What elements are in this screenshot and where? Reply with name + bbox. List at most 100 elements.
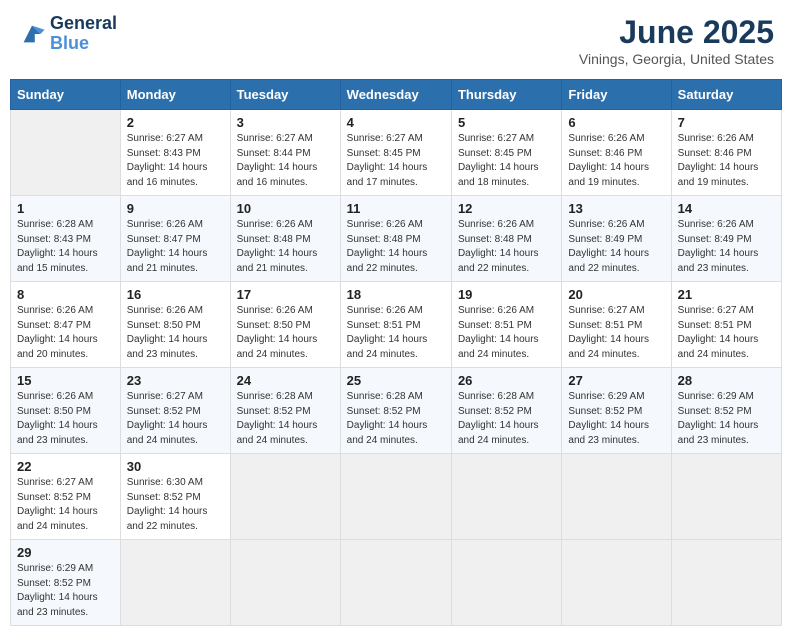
calendar-week-row: 1 Sunrise: 6:28 AMSunset: 8:43 PMDaylight…	[11, 196, 782, 282]
day-number: 29	[17, 545, 114, 560]
day-number: 19	[458, 287, 555, 302]
cell-info: Sunrise: 6:26 AMSunset: 8:48 PMDaylight:…	[458, 218, 555, 276]
cell-info: Sunrise: 6:29 AMSunset: 8:52 PMDaylight:…	[17, 562, 114, 620]
calendar-week-row: 2 Sunrise: 6:27 AMSunset: 8:43 PMDaylight…	[11, 110, 782, 196]
calendar-cell: 19 Sunrise: 6:26 AMSunset: 8:51 PMDayligh…	[451, 282, 561, 368]
col-header-friday: Friday	[562, 80, 671, 110]
calendar-cell: 22 Sunrise: 6:27 AMSunset: 8:52 PMDayligh…	[11, 454, 121, 540]
calendar-cell	[562, 540, 671, 626]
calendar-cell	[671, 454, 781, 540]
day-number: 15	[17, 373, 114, 388]
calendar-week-row: 15 Sunrise: 6:26 AMSunset: 8:50 PMDayligh…	[11, 368, 782, 454]
day-number: 26	[458, 373, 555, 388]
day-number: 12	[458, 201, 555, 216]
col-header-monday: Monday	[120, 80, 230, 110]
cell-info: Sunrise: 6:30 AMSunset: 8:52 PMDaylight:…	[127, 476, 224, 534]
calendar-cell: 28Sunrise: 6:29 AMSunset: 8:52 PMDayligh…	[671, 368, 781, 454]
cell-info: Sunrise: 6:28 AMSunset: 8:43 PMDaylight:…	[17, 218, 114, 276]
cell-info: Sunrise: 6:26 AMSunset: 8:47 PMDaylight:…	[127, 218, 224, 276]
calendar-cell: 23 Sunrise: 6:27 AMSunset: 8:52 PMDayligh…	[120, 368, 230, 454]
cell-info: Sunrise: 6:26 AMSunset: 8:48 PMDaylight:…	[347, 218, 445, 276]
calendar-cell: 29 Sunrise: 6:29 AMSunset: 8:52 PMDayligh…	[11, 540, 121, 626]
calendar-cell: 14 Sunrise: 6:26 AMSunset: 8:49 PMDayligh…	[671, 196, 781, 282]
month-title: June 2025	[579, 14, 774, 51]
day-number: 2	[127, 115, 224, 130]
cell-info: Sunrise: 6:28 AMSunset: 8:52 PMDaylight:…	[347, 390, 445, 448]
day-number: 27	[568, 373, 664, 388]
col-header-thursday: Thursday	[451, 80, 561, 110]
cell-info: Sunrise: 6:27 AMSunset: 8:52 PMDaylight:…	[127, 390, 224, 448]
logo-icon	[18, 20, 46, 48]
calendar-cell: 8 Sunrise: 6:26 AMSunset: 8:47 PMDaylight…	[11, 282, 121, 368]
calendar-cell	[11, 110, 121, 196]
calendar-week-row: 22 Sunrise: 6:27 AMSunset: 8:52 PMDayligh…	[11, 454, 782, 540]
cell-info: Sunrise: 6:27 AMSunset: 8:44 PMDaylight:…	[237, 132, 334, 190]
day-number: 28	[678, 373, 775, 388]
calendar-cell: 5 Sunrise: 6:27 AMSunset: 8:45 PMDaylight…	[451, 110, 561, 196]
calendar-cell: 9 Sunrise: 6:26 AMSunset: 8:47 PMDaylight…	[120, 196, 230, 282]
day-number: 11	[347, 201, 445, 216]
day-number: 17	[237, 287, 334, 302]
calendar-cell: 11 Sunrise: 6:26 AMSunset: 8:48 PMDayligh…	[340, 196, 451, 282]
calendar-cell: 30Sunrise: 6:30 AMSunset: 8:52 PMDayligh…	[120, 454, 230, 540]
day-number: 16	[127, 287, 224, 302]
day-number: 5	[458, 115, 555, 130]
calendar-cell: 21Sunrise: 6:27 AMSunset: 8:51 PMDayligh…	[671, 282, 781, 368]
cell-info: Sunrise: 6:26 AMSunset: 8:50 PMDaylight:…	[127, 304, 224, 362]
location: Vinings, Georgia, United States	[579, 51, 774, 67]
calendar-cell	[451, 540, 561, 626]
cell-info: Sunrise: 6:27 AMSunset: 8:45 PMDaylight:…	[347, 132, 445, 190]
day-number: 1	[17, 201, 114, 216]
calendar-cell	[340, 540, 451, 626]
calendar-header-row: SundayMondayTuesdayWednesdayThursdayFrid…	[11, 80, 782, 110]
calendar-week-row: 8 Sunrise: 6:26 AMSunset: 8:47 PMDaylight…	[11, 282, 782, 368]
cell-info: Sunrise: 6:26 AMSunset: 8:51 PMDaylight:…	[458, 304, 555, 362]
cell-info: Sunrise: 6:27 AMSunset: 8:43 PMDaylight:…	[127, 132, 224, 190]
calendar-cell: 6 Sunrise: 6:26 AMSunset: 8:46 PMDaylight…	[562, 110, 671, 196]
day-number: 3	[237, 115, 334, 130]
cell-info: Sunrise: 6:26 AMSunset: 8:49 PMDaylight:…	[678, 218, 775, 276]
calendar-cell	[230, 454, 340, 540]
col-header-wednesday: Wednesday	[340, 80, 451, 110]
calendar-cell: 16 Sunrise: 6:26 AMSunset: 8:50 PMDayligh…	[120, 282, 230, 368]
cell-info: Sunrise: 6:29 AMSunset: 8:52 PMDaylight:…	[568, 390, 664, 448]
cell-info: Sunrise: 6:26 AMSunset: 8:47 PMDaylight:…	[17, 304, 114, 362]
calendar-cell: 17 Sunrise: 6:26 AMSunset: 8:50 PMDayligh…	[230, 282, 340, 368]
calendar-cell: 13Sunrise: 6:26 AMSunset: 8:49 PMDayligh…	[562, 196, 671, 282]
title-block: June 2025 Vinings, Georgia, United State…	[579, 14, 774, 67]
calendar-cell	[230, 540, 340, 626]
calendar-cell: 7Sunrise: 6:26 AMSunset: 8:46 PMDaylight…	[671, 110, 781, 196]
col-header-sunday: Sunday	[11, 80, 121, 110]
day-number: 6	[568, 115, 664, 130]
day-number: 10	[237, 201, 334, 216]
logo-text: General Blue	[50, 14, 117, 54]
day-number: 20	[568, 287, 664, 302]
cell-info: Sunrise: 6:26 AMSunset: 8:46 PMDaylight:…	[568, 132, 664, 190]
cell-info: Sunrise: 6:27 AMSunset: 8:52 PMDaylight:…	[17, 476, 114, 534]
calendar-cell: 25 Sunrise: 6:28 AMSunset: 8:52 PMDayligh…	[340, 368, 451, 454]
logo: General Blue	[18, 14, 117, 54]
calendar-cell: 10 Sunrise: 6:26 AMSunset: 8:48 PMDayligh…	[230, 196, 340, 282]
calendar-cell	[340, 454, 451, 540]
cell-info: Sunrise: 6:28 AMSunset: 8:52 PMDaylight:…	[458, 390, 555, 448]
cell-info: Sunrise: 6:26 AMSunset: 8:48 PMDaylight:…	[237, 218, 334, 276]
cell-info: Sunrise: 6:28 AMSunset: 8:52 PMDaylight:…	[237, 390, 334, 448]
day-number: 22	[17, 459, 114, 474]
day-number: 14	[678, 201, 775, 216]
calendar-cell: 3 Sunrise: 6:27 AMSunset: 8:44 PMDaylight…	[230, 110, 340, 196]
calendar-cell: 24Sunrise: 6:28 AMSunset: 8:52 PMDayligh…	[230, 368, 340, 454]
day-number: 9	[127, 201, 224, 216]
day-number: 25	[347, 373, 445, 388]
cell-info: Sunrise: 6:27 AMSunset: 8:45 PMDaylight:…	[458, 132, 555, 190]
calendar-cell	[562, 454, 671, 540]
calendar-cell: 27 Sunrise: 6:29 AMSunset: 8:52 PMDayligh…	[562, 368, 671, 454]
calendar-cell	[120, 540, 230, 626]
calendar-cell: 1 Sunrise: 6:28 AMSunset: 8:43 PMDaylight…	[11, 196, 121, 282]
col-header-saturday: Saturday	[671, 80, 781, 110]
day-number: 23	[127, 373, 224, 388]
calendar-cell: 26 Sunrise: 6:28 AMSunset: 8:52 PMDayligh…	[451, 368, 561, 454]
day-number: 13	[568, 201, 664, 216]
cell-info: Sunrise: 6:26 AMSunset: 8:50 PMDaylight:…	[17, 390, 114, 448]
day-number: 8	[17, 287, 114, 302]
cell-info: Sunrise: 6:26 AMSunset: 8:50 PMDaylight:…	[237, 304, 334, 362]
